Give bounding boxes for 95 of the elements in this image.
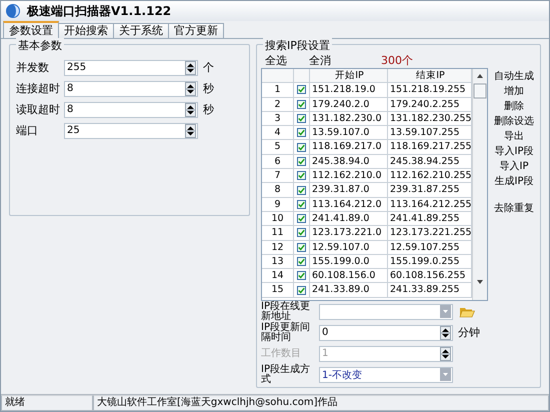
- row-number: 1: [262, 83, 294, 98]
- row-number: 11: [262, 226, 294, 241]
- field-label: IP段在线更新地址: [261, 302, 311, 322]
- action-button[interactable]: 导出: [490, 128, 538, 143]
- app-icon: [5, 3, 21, 19]
- spin-arrows-icon[interactable]: [185, 102, 196, 116]
- field-label: IP段更新间隔时间: [261, 322, 311, 342]
- field-label: IP段生成方式: [261, 364, 311, 384]
- checkbox[interactable]: [297, 257, 306, 266]
- row-number: 5: [262, 140, 294, 155]
- row-number: 14: [262, 269, 294, 284]
- table-cell: 151.218.19.0: [310, 83, 388, 98]
- table-cell: 118.169.217.0: [310, 140, 388, 155]
- unit-label: 个: [203, 60, 214, 75]
- checkbox[interactable]: [297, 242, 306, 252]
- action-button[interactable]: 导入IP: [490, 158, 538, 173]
- checkbox[interactable]: [297, 200, 306, 209]
- table-cell: 179.240.2.0: [310, 98, 388, 112]
- count-label: 300个: [381, 53, 413, 68]
- row-number: 10: [262, 212, 294, 226]
- table-cell: 123.173.221.0: [310, 226, 388, 241]
- checkbox[interactable]: [297, 85, 306, 94]
- checkbox[interactable]: [297, 186, 306, 195]
- spin-field[interactable]: 255: [64, 60, 198, 76]
- table-cell: 113.164.212.0: [310, 198, 388, 212]
- row-number: 15: [262, 283, 294, 298]
- status-text: 大镜山软件工作室[海蓝天gxwclhjh@sohu.com]作品: [93, 395, 549, 411]
- spin-field[interactable]: 8: [64, 102, 198, 118]
- unit-label: 秒: [203, 102, 214, 117]
- unit-label: 秒: [203, 81, 214, 96]
- action-button[interactable]: 自动生成: [490, 68, 538, 83]
- column-header[interactable]: 结束IP: [388, 69, 472, 84]
- checkbox[interactable]: [297, 128, 306, 138]
- row-number: 4: [262, 126, 294, 140]
- checkbox[interactable]: [297, 286, 306, 295]
- table-cell: 241.41.89.0: [310, 212, 388, 226]
- table-cell: 131.182.230.0: [310, 112, 388, 126]
- tab[interactable]: 官方更新: [168, 23, 224, 38]
- field-label: 端口: [16, 123, 39, 138]
- checkbox[interactable]: [297, 156, 306, 166]
- deselect-all-link[interactable]: 全消: [305, 53, 349, 68]
- column-header[interactable]: 开始IP: [310, 69, 388, 84]
- spin-arrows-icon[interactable]: [185, 60, 196, 74]
- window-title: 极速端口扫描器V1.1.122: [27, 2, 172, 20]
- table-cell: 245.38.94.0: [310, 154, 388, 170]
- row-number: 9: [262, 198, 294, 212]
- row-number: 2: [262, 98, 294, 112]
- group-title: 搜索IP段设置: [263, 38, 332, 53]
- checkbox[interactable]: [297, 142, 306, 152]
- checkbox[interactable]: [297, 228, 306, 238]
- tab[interactable]: 关于系统: [113, 23, 169, 38]
- spin-arrows-icon[interactable]: [185, 124, 196, 138]
- spin-field[interactable]: 8: [64, 80, 198, 96]
- row-number: 13: [262, 254, 294, 270]
- action-button[interactable]: 生成IP段: [490, 173, 538, 188]
- checkbox[interactable]: [297, 171, 306, 180]
- checkbox[interactable]: [297, 100, 306, 109]
- checkbox[interactable]: [297, 214, 306, 224]
- row-number: 3: [262, 112, 294, 126]
- table-cell: 112.162.210.0: [310, 169, 388, 184]
- checkbox[interactable]: [297, 114, 306, 124]
- spin-arrows-icon[interactable]: [185, 82, 196, 96]
- table-cell: 239.31.87.0: [310, 183, 388, 198]
- scrollbar[interactable]: [472, 69, 487, 300]
- spin-arrows-icon[interactable]: [440, 346, 451, 360]
- tab[interactable]: 参数设置: [3, 21, 59, 38]
- action-button[interactable]: 去除重复: [490, 200, 538, 215]
- group-title: 基本参数: [16, 38, 64, 53]
- checkbox[interactable]: [297, 271, 306, 280]
- spin-field[interactable]: 25: [64, 122, 198, 138]
- status-text: 就绪: [1, 395, 93, 411]
- select-all-link[interactable]: 全选: [261, 53, 305, 68]
- row-number: 12: [262, 240, 294, 255]
- dropdown-field[interactable]: 1-不改变: [319, 366, 453, 382]
- action-button[interactable]: 删除: [490, 98, 538, 113]
- unit-label: 分钟: [458, 325, 480, 340]
- row-number: 7: [262, 169, 294, 184]
- field-label: 并发数: [16, 60, 50, 75]
- action-button[interactable]: 导入IP段: [490, 143, 538, 158]
- field-label: 连接超时: [16, 81, 61, 96]
- table-cell: 12.59.107.0: [310, 240, 388, 255]
- table-cell: 60.108.156.0: [310, 269, 388, 284]
- row-number: 8: [262, 183, 294, 198]
- dropdown-field[interactable]: [319, 304, 453, 320]
- tab[interactable]: 开始搜索: [58, 23, 114, 38]
- field-label: 工作数目: [261, 348, 302, 358]
- action-button[interactable]: 增加: [490, 83, 538, 98]
- row-number: 6: [262, 154, 294, 170]
- spin-field[interactable]: 0: [319, 324, 453, 340]
- field-label: 读取超时: [16, 102, 61, 117]
- table-cell: 241.33.89.0: [310, 283, 388, 298]
- spin-arrows-icon[interactable]: [440, 326, 451, 340]
- table-cell: 13.59.107.0: [310, 126, 388, 140]
- table-cell: 155.199.0.0: [310, 254, 388, 270]
- action-button[interactable]: 删除设选: [490, 113, 538, 128]
